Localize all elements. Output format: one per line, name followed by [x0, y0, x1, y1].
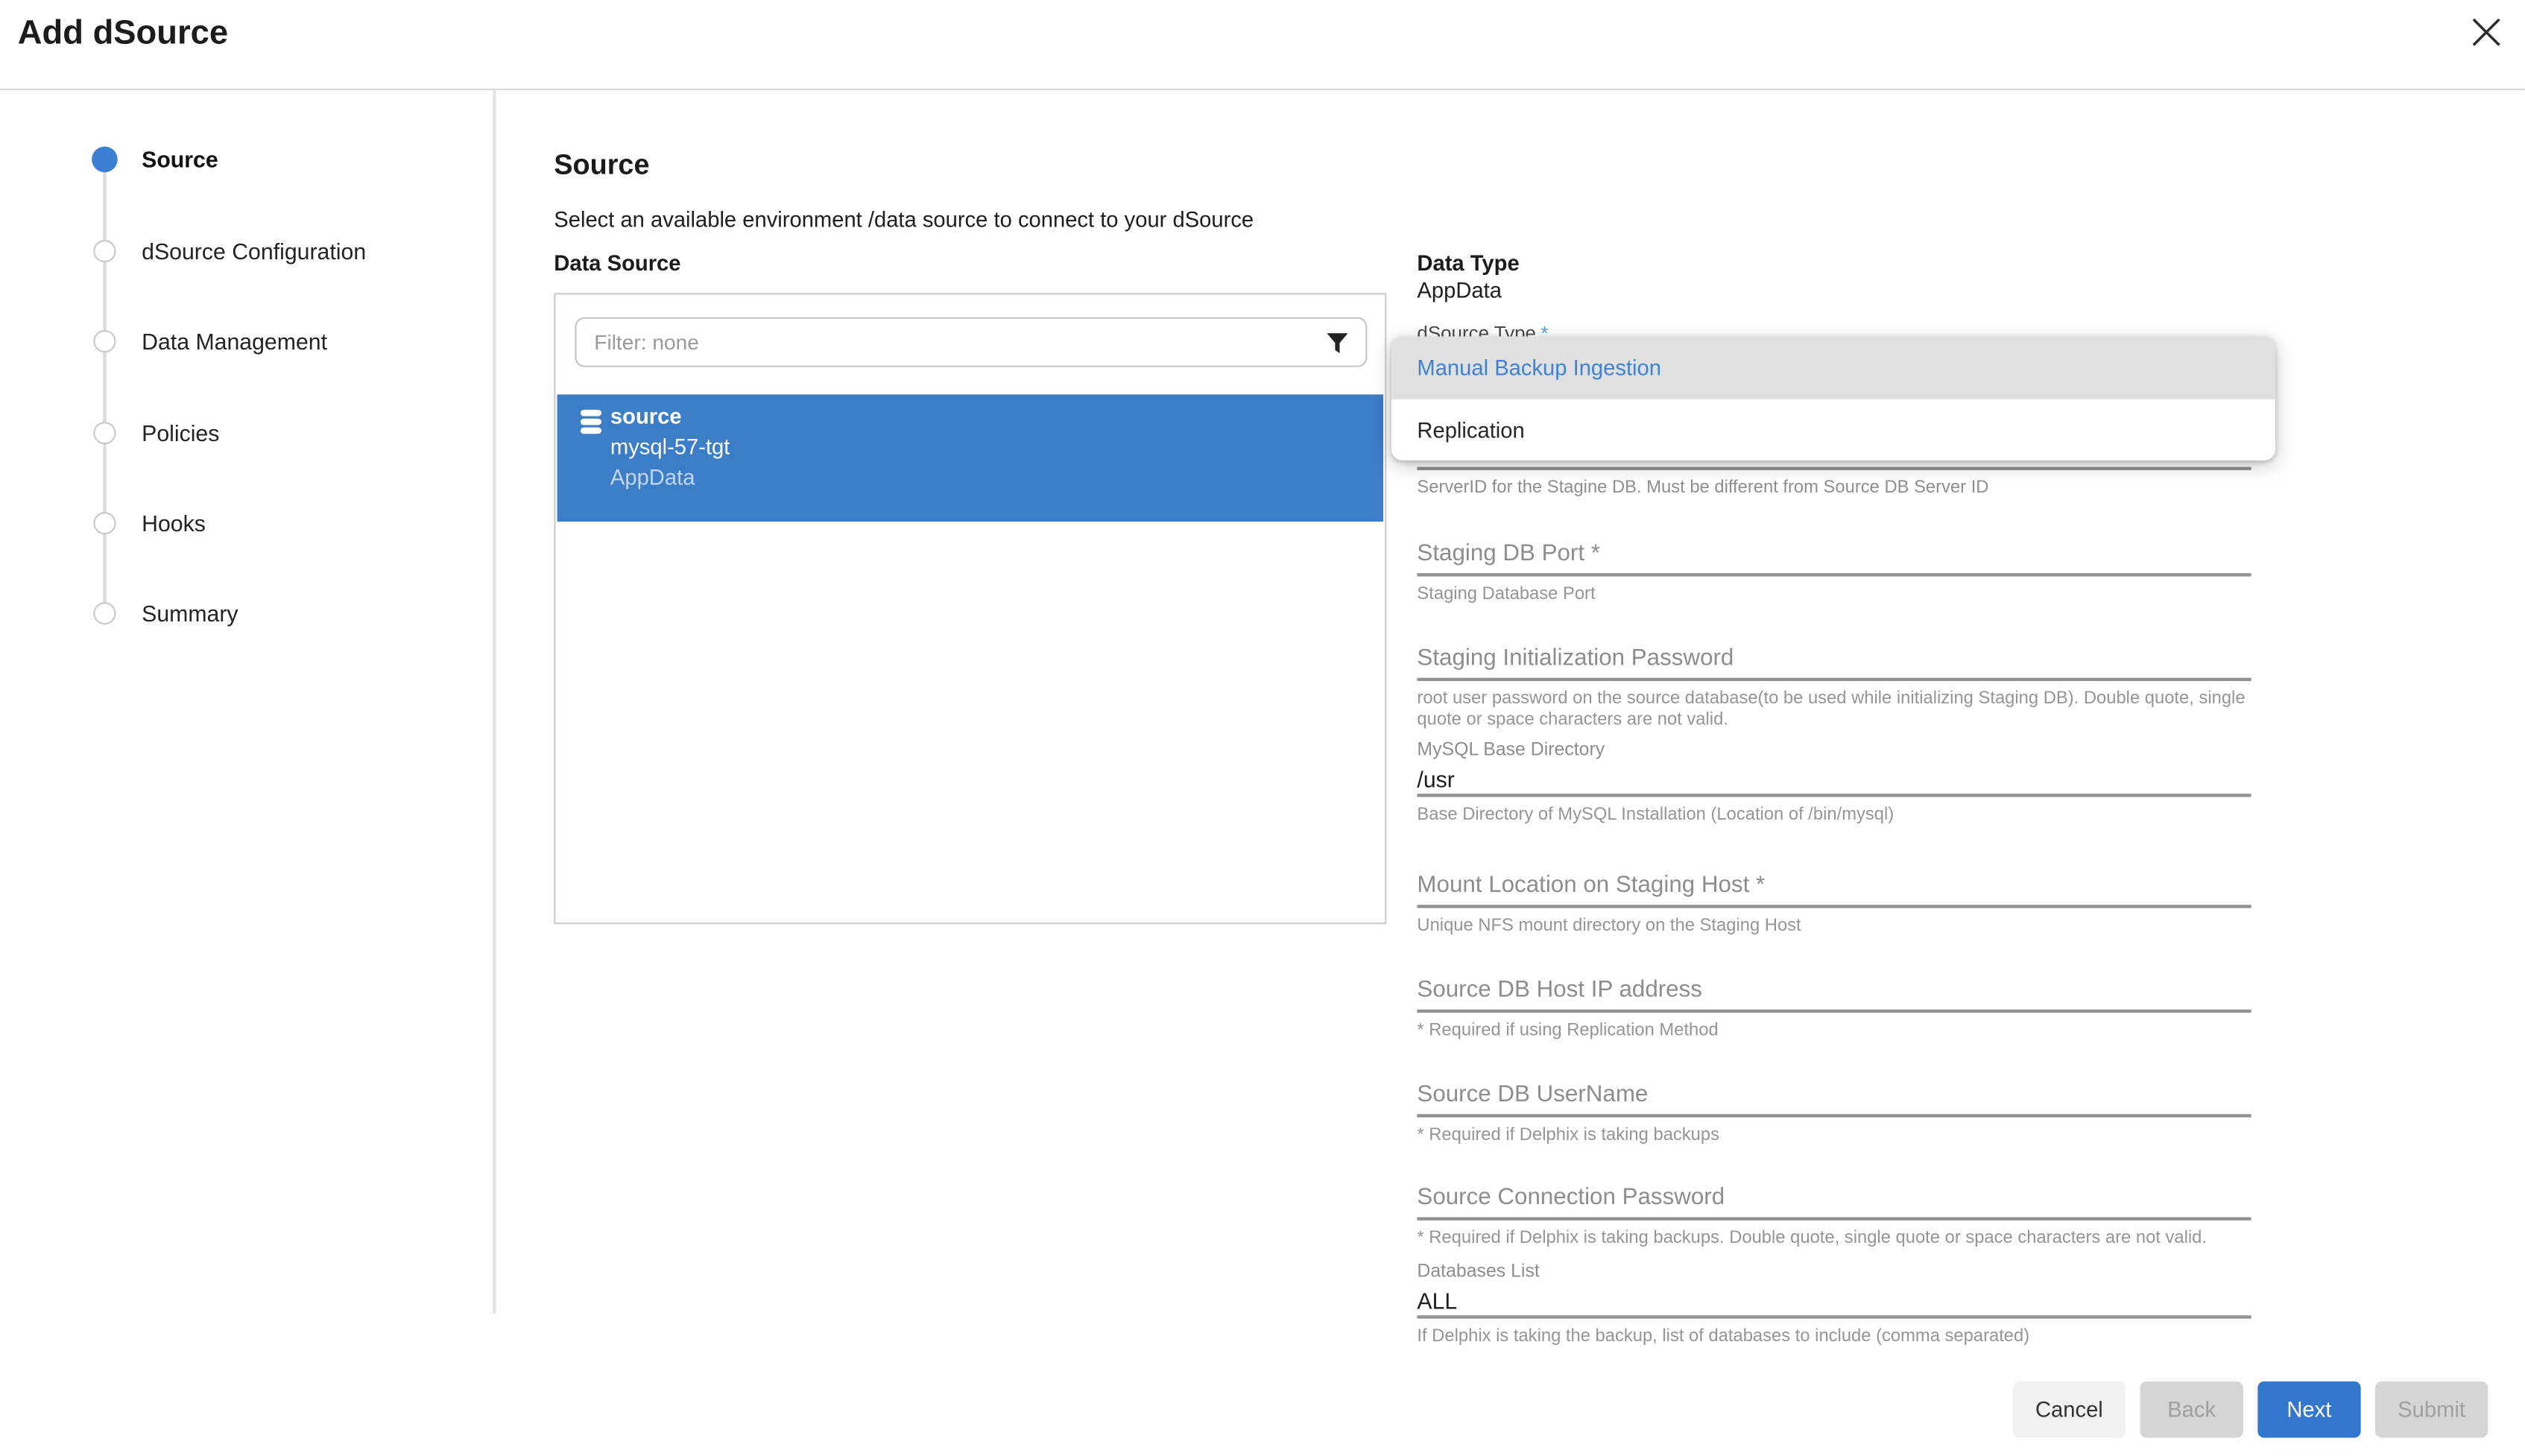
- step-label: Summary: [142, 601, 238, 627]
- page-subtitle: Select an available environment /data so…: [554, 208, 1254, 232]
- field-helper: root user password on the source databas…: [1417, 689, 2251, 732]
- sidebar-divider: [493, 90, 496, 1314]
- dropdown-option-replication[interactable]: Replication: [1391, 399, 2275, 460]
- field-helper: Base Directory of MySQL Installation (Lo…: [1417, 804, 2251, 826]
- field-mysql-base-directory[interactable]: MySQL Base Directory /usr Base Directory…: [1417, 741, 2251, 826]
- filter-input[interactable]: [577, 319, 1366, 366]
- step-label: dSource Configuration: [142, 238, 366, 265]
- field-underline: [1417, 1010, 2251, 1012]
- field-label: Databases List: [1417, 1262, 2251, 1283]
- field-helper: * Required if Delphix is taking backups: [1417, 1124, 2251, 1146]
- filter-icon[interactable]: [1325, 332, 1349, 364]
- database-icon: [580, 409, 602, 445]
- field-source-db-host-ip-address[interactable]: Source DB Host IP address * Required if …: [1417, 978, 2251, 1042]
- stepper-step-data-management[interactable]: Data Management: [0, 341, 483, 380]
- field-value: /usr: [1417, 766, 2251, 792]
- field-helper: Staging Database Port: [1417, 583, 2251, 605]
- close-icon: [2468, 14, 2504, 50]
- field-staging-initialization-password[interactable]: Staging Initialization Password root use…: [1417, 645, 2251, 732]
- data-source-list: source mysql-57-tgt AppData: [554, 293, 1386, 924]
- step-indicator-dot: [93, 422, 116, 444]
- next-button[interactable]: Next: [2257, 1381, 2360, 1438]
- field-value: ALL: [1417, 1288, 2251, 1314]
- field-databases-list[interactable]: Databases List ALL If Delphix is taking …: [1417, 1262, 2251, 1348]
- stepper-step-summary[interactable]: Summary: [0, 613, 483, 652]
- step-label: Data Management: [142, 329, 327, 355]
- field-underline: [1417, 1315, 2251, 1317]
- field-helper: * Required if using Replication Method: [1417, 1020, 2251, 1042]
- back-button: Back: [2140, 1381, 2243, 1438]
- field-underline: [1417, 678, 2251, 680]
- submit-button: Submit: [2375, 1381, 2488, 1438]
- step-indicator-dot: [93, 330, 116, 352]
- data-source-item-mysql-57-tgt[interactable]: source mysql-57-tgt AppData: [557, 394, 1383, 522]
- field-underline: [1417, 1114, 2251, 1116]
- stepper-step-source[interactable]: Source: [0, 159, 483, 198]
- dropdown-option-manual-backup-ingestion[interactable]: Manual Backup Ingestion: [1391, 337, 2275, 399]
- data-source-label: Data Source: [554, 251, 680, 275]
- field-label: Source DB Host IP address: [1417, 978, 2251, 1005]
- step-label: Policies: [142, 420, 219, 446]
- step-label: Hooks: [142, 510, 206, 536]
- data-type-value: AppData: [1417, 279, 1502, 303]
- data-type-label: Data Type: [1417, 251, 1519, 275]
- field-helper: If Delphix is taking the backup, list of…: [1417, 1326, 2251, 1347]
- field-label: Staging DB Port *: [1417, 541, 2251, 569]
- field-source-db-username[interactable]: Source DB UserName * Required if Delphix…: [1417, 1082, 2251, 1146]
- stepper-step-hooks[interactable]: Hooks: [0, 523, 483, 562]
- step-indicator-dot-active: [92, 147, 118, 173]
- field-mount-location-on-staging-host[interactable]: Mount Location on Staging Host * Unique …: [1417, 873, 2251, 937]
- data-source-item-name: mysql-57-tgt: [610, 434, 730, 458]
- dsource-type-dropdown-menu: Manual Backup Ingestion Replication: [1391, 337, 2275, 460]
- field-label: Mount Location on Staging Host *: [1417, 873, 2251, 900]
- step-label: Source: [142, 147, 218, 173]
- field-underline: [1417, 905, 2251, 907]
- field-helper: * Required if Delphix is taking backups.…: [1417, 1228, 2251, 1250]
- data-source-item-type: source: [610, 404, 682, 428]
- dialog-title: Add dSource: [18, 14, 228, 53]
- field-staging-db-port[interactable]: Staging DB Port * Staging Database Port: [1417, 541, 2251, 605]
- field-label: Source DB UserName: [1417, 1082, 2251, 1110]
- filter-input-wrapper: [575, 317, 1367, 367]
- field-underline: [1417, 573, 2251, 575]
- step-indicator-dot: [93, 602, 116, 624]
- dialog-header: Add dSource: [0, 0, 2525, 90]
- close-button[interactable]: [2468, 14, 2504, 50]
- field-label: MySQL Base Directory: [1417, 741, 2251, 762]
- field-underline: [1417, 1217, 2251, 1219]
- stepper-step-dsource-configuration[interactable]: dSource Configuration: [0, 251, 483, 290]
- add-dsource-dialog: Add dSource Source dSource Configuration…: [0, 0, 2525, 1455]
- field-helper: Unique NFS mount directory on the Stagin…: [1417, 915, 2251, 937]
- step-indicator-dot: [93, 512, 116, 534]
- dsource-type-underline: [1417, 467, 2251, 469]
- step-indicator-dot: [93, 240, 116, 262]
- cancel-button[interactable]: Cancel: [2013, 1381, 2126, 1438]
- dsource-type-helper-text: ServerID for the Stagine DB. Must be dif…: [1417, 478, 2257, 500]
- page-title: Source: [554, 148, 649, 182]
- data-source-item-data-type: AppData: [610, 465, 695, 489]
- dialog-footer: Cancel Back Next Submit: [2013, 1381, 2488, 1438]
- stepper-step-policies[interactable]: Policies: [0, 433, 483, 472]
- field-label: Source Connection Password: [1417, 1185, 2251, 1212]
- field-source-connection-password[interactable]: Source Connection Password * Required if…: [1417, 1185, 2251, 1249]
- field-underline: [1417, 794, 2251, 796]
- field-label: Staging Initialization Password: [1417, 645, 2251, 673]
